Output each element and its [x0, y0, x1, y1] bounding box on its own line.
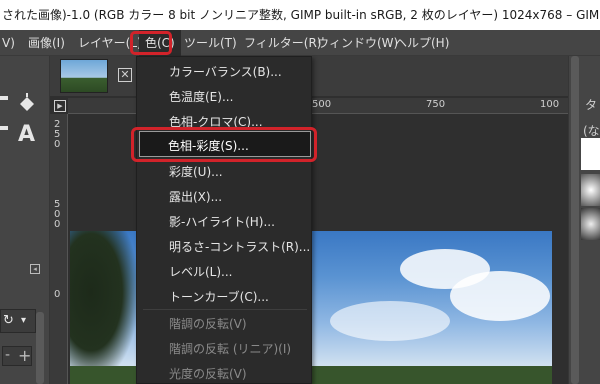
vertical-ruler: 250 500 0	[50, 114, 68, 384]
menu-help[interactable]: ヘルプ(H)	[395, 30, 449, 56]
menu-item-exposure[interactable]: 露出(X)...	[169, 188, 222, 205]
dodge-tool-icon[interactable]	[0, 96, 8, 100]
tree-silhouette	[70, 231, 140, 384]
menu-filters[interactable]: フィルター(R)	[244, 30, 321, 56]
menu-item-value-invert: 光度の反転(V)	[169, 367, 247, 381]
text-tool-icon[interactable]: A	[18, 122, 35, 147]
ruler-tick: 750	[426, 99, 446, 110]
toolbox-scrollbar[interactable]	[36, 312, 44, 384]
refresh-icon: ↻	[3, 313, 14, 328]
menu-item-linear-invert: 階調の反転 (リニア)(I)	[169, 342, 292, 356]
plus-icon[interactable]: +	[18, 346, 31, 365]
dock-label: (なし	[583, 124, 600, 138]
menu-item-color-temperature[interactable]: 色温度(E)...	[169, 88, 233, 105]
highlight-annotation-menu	[130, 31, 172, 55]
cloud	[450, 271, 550, 321]
colors-dropdown-menu: カラーバランス(B)... 色温度(E)... 色相-クロマ(C)... 彩度(…	[136, 56, 312, 384]
brush-preview[interactable]	[581, 174, 600, 206]
menu-tools[interactable]: ツール(T)	[184, 30, 237, 56]
tool-options-dropdown[interactable]: ↻ ▾	[0, 309, 36, 333]
menu-item-curves[interactable]: トーンカーブ(C)...	[169, 288, 269, 305]
dock-scrollbar[interactable]	[571, 56, 579, 384]
window-title: された画像)-1.0 (RGB カラー 8 bit ノンリニア整数, GIMP …	[0, 0, 600, 30]
ruler-tick: 100	[540, 99, 560, 110]
menu-view[interactable]: V)	[2, 30, 15, 56]
menu-item-shadows-highlights[interactable]: 影-ハイライト(H)...	[169, 213, 275, 230]
menu-windows[interactable]: ウィンドウ(W)	[317, 30, 398, 56]
ruler-tick: 0	[54, 289, 61, 300]
brush-preview[interactable]	[581, 138, 600, 170]
blur-tool-icon[interactable]	[0, 126, 8, 130]
zoom-controls[interactable]: - +	[2, 346, 32, 366]
ruler-tick: 500	[312, 99, 332, 110]
right-dock: タ (なし	[568, 56, 600, 384]
menu-item-levels[interactable]: レベル(L)...	[169, 263, 233, 280]
ruler-tick: 500	[54, 199, 61, 230]
toolbox-menu-arrow-icon[interactable]: ◂	[30, 264, 40, 274]
menu-image[interactable]: 画像(I)	[28, 30, 65, 56]
image-tab-thumbnail[interactable]	[60, 59, 108, 93]
dock-tab-label[interactable]: タ	[585, 96, 597, 113]
brush-preview[interactable]	[581, 208, 600, 240]
ruler-tick: 250	[54, 119, 61, 150]
chevron-down-icon: ▾	[21, 315, 27, 326]
bucket-fill-icon[interactable]	[16, 92, 38, 114]
menubar: V) 画像(I) レイヤー(L) 色(C) ツール(T) フィルター(R) ウィ…	[0, 30, 600, 56]
menu-item-invert: 階調の反転(V)	[169, 317, 247, 331]
highlight-annotation-item	[131, 127, 317, 162]
minus-icon[interactable]: -	[5, 347, 10, 363]
cloud	[330, 301, 450, 341]
close-tab-icon[interactable]: ✕	[118, 68, 132, 82]
toolbox: A ◂ ↻ ▾ - +	[0, 56, 50, 384]
canvas-menu-icon[interactable]: ▶	[54, 100, 66, 112]
menu-separator	[143, 309, 307, 310]
menu-item-color-balance[interactable]: カラーバランス(B)...	[169, 63, 282, 80]
menu-item-brightness-contrast[interactable]: 明るさ-コントラスト(R)...	[169, 238, 310, 255]
menu-item-saturation[interactable]: 彩度(U)...	[169, 163, 223, 180]
